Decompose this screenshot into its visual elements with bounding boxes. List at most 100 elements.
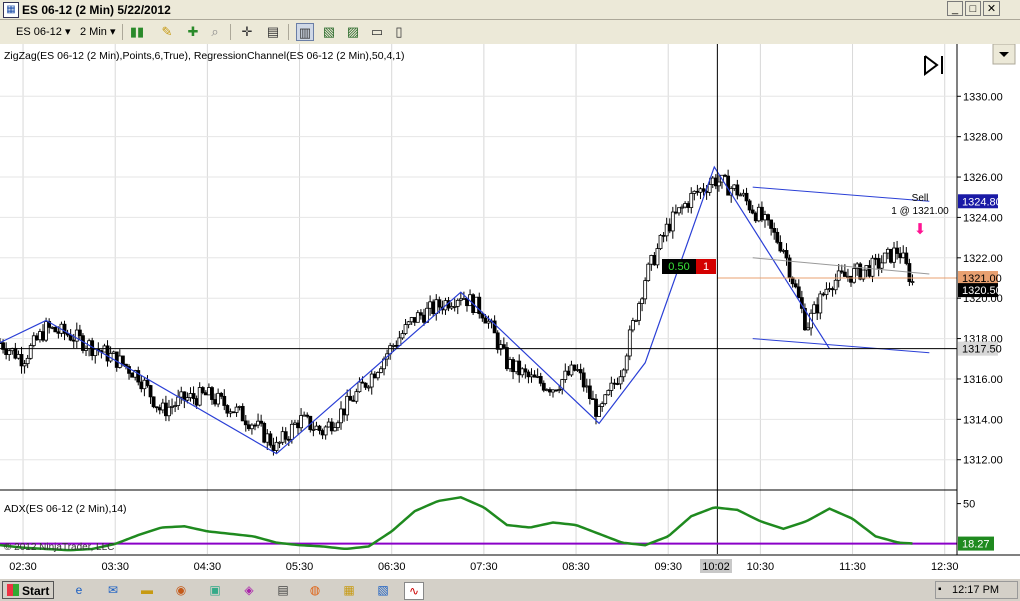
firefox-icon[interactable]: ◍ [306,582,324,598]
candle-body [790,277,795,285]
candle-body [587,385,592,399]
ninjatrader-icon[interactable]: ∿ [404,582,424,600]
candle-body [336,422,340,428]
candle-body [179,391,184,398]
crosshair-time: 10:02 [702,561,730,573]
sell-marker: Sell 1 @ 1321.00 ⬇ [891,193,949,238]
candle-body [234,406,239,413]
candle-body [892,247,896,263]
panel-menu-button[interactable] [992,43,1016,65]
price-tick-label: 1328.00 [963,132,1003,144]
chart-app-icon[interactable]: ◈ [240,582,258,598]
close-button[interactable]: ✕ [983,1,1000,16]
toolbar-panel-icon[interactable]: ▯ [390,23,408,41]
magnifier-icon[interactable]: ⌕ [206,23,224,41]
time-tick-label: 07:30 [470,561,498,573]
position-box[interactable]: 0.50 1 [662,259,716,274]
candle-body [44,321,48,341]
indicators-icon[interactable]: ▨ [344,23,362,41]
start-button[interactable]: Start [2,581,54,599]
candle-body [360,381,365,384]
position-qty: 0.50 [668,261,689,273]
adx-tick-label: 50 [963,499,975,511]
data-box-icon[interactable]: ▤ [264,23,282,41]
candle-body [637,303,641,321]
candle-body [4,349,9,355]
instrument-selector[interactable]: ES 06-12 ▾ [16,24,70,40]
candle-body [483,317,488,324]
candle-body [339,408,343,424]
candle-body [520,368,525,376]
pencil-icon[interactable]: ✎ [158,23,176,41]
candle-body [400,333,405,339]
candle-body [38,331,42,341]
candle-body [345,395,350,416]
candle-body [139,381,144,390]
candle-body [13,347,18,359]
candle-body [197,387,202,406]
candle-body [572,364,577,371]
chart-panel[interactable]: 02:30 03:30 04:30 05:30 06:30 07:30 08:30 09:30… [0,43,1020,578]
chart-trader-toggle-icon[interactable] [924,55,943,76]
candle-body [591,398,595,400]
candle-body [22,363,27,367]
candle-body [154,406,159,409]
candle-body [216,392,221,405]
candle-body [256,420,260,426]
notepad-icon[interactable]: ▦ [340,582,358,598]
candle-body [342,408,346,416]
candle-body [357,381,362,393]
candle-body [594,398,598,417]
candle-body [603,394,608,405]
time-tick-label: 10:30 [747,561,775,573]
time-tick-label: 12:30 [931,561,959,573]
instrument-label: ES 06-12 [16,26,62,38]
interval-selector[interactable]: 2 Min ▾ [80,24,116,40]
candle-body [511,359,515,373]
candle-body [262,422,267,443]
bars-type-icon[interactable]: ▮▮ [128,23,146,41]
candle-body [707,184,712,193]
candle-body [323,426,328,436]
media-icon[interactable]: ◉ [172,582,190,598]
explorer-icon[interactable]: ▤ [274,582,292,598]
time-tick-label: 09:30 [654,561,682,573]
candle-body [876,258,881,269]
candle-body [299,415,303,429]
candle-body [194,398,199,406]
candle-body [41,331,45,341]
candle-body [34,335,39,341]
add-icon[interactable]: ✚ [184,23,202,41]
candle-body [670,211,675,232]
candle-body [406,321,411,325]
candle-body [210,387,214,400]
outlook-icon[interactable]: ✉ [104,582,122,598]
price-tick-label: 1322.00 [963,253,1003,265]
doc-icon[interactable]: ▧ [374,582,392,598]
candle-body [348,395,353,401]
price-tick-label: 1316.00 [963,374,1003,386]
maximize-button[interactable]: □ [965,1,981,16]
ie-icon[interactable]: e [70,582,88,598]
candle-body [25,357,30,365]
folder-icon[interactable]: ▬ [138,582,156,598]
candle-body [569,364,574,376]
chart-toolbar: ES 06-12 ▾ 2 Min ▾ ▮▮ ✎ ✚ ⌕ ✛ ▤ ▥ ▧ ▨ ▭ … [0,20,1020,45]
paint-icon[interactable]: ▣ [206,582,224,598]
candle-body [526,371,531,378]
properties-icon[interactable]: ▭ [368,23,386,41]
tray-icon[interactable]: ▪ [938,584,942,595]
candle-body [145,379,150,386]
candle-body [772,228,777,233]
chart-trader-icon[interactable]: ▥ [296,23,314,41]
candle-body [462,298,466,300]
candle-body [182,391,187,401]
adx-line [0,496,913,552]
price-chart[interactable]: 02:30 03:30 04:30 05:30 06:30 07:30 08:30 09:30… [0,43,1020,578]
minimize-button[interactable]: _ [947,1,963,16]
strategies-icon[interactable]: ▧ [320,23,338,41]
candle-body [806,327,810,331]
candle-body [283,431,288,440]
candle-body [784,250,789,259]
crosshair-icon[interactable]: ✛ [238,23,256,41]
